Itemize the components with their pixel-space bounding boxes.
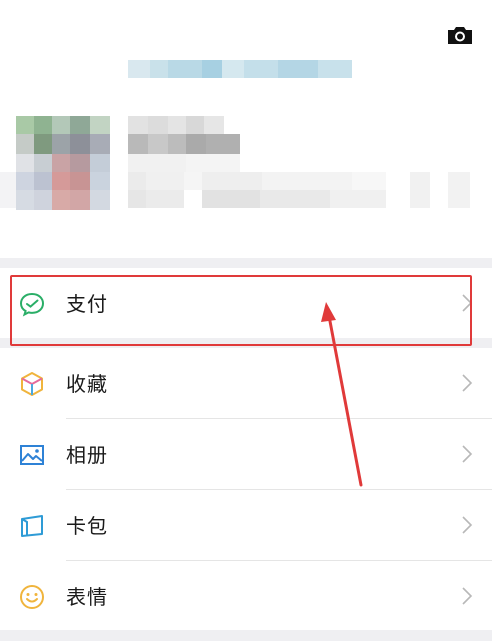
chevron-right-icon (460, 514, 474, 536)
chevron-right-icon (460, 372, 474, 394)
menu-item-label: 相册 (66, 443, 108, 467)
menu-item-album[interactable]: 相册 (0, 419, 492, 489)
smile-icon (18, 583, 46, 611)
camera-icon[interactable] (446, 24, 474, 46)
menu-item-label: 表情 (66, 585, 108, 609)
menu-item-label: 收藏 (66, 372, 108, 396)
image-icon (18, 441, 46, 469)
menu-item-favorites[interactable]: 收藏 (0, 348, 492, 418)
highlight-box (10, 275, 472, 346)
card-icon (18, 512, 46, 540)
menu-group-main: 收藏 相册 卡包 表情 (0, 348, 492, 630)
bottom-gap (0, 630, 492, 641)
chevron-right-icon (460, 443, 474, 465)
section-gap (0, 258, 492, 268)
profile-header (0, 0, 492, 258)
menu-item-card-wallet[interactable]: 卡包 (0, 490, 492, 560)
chevron-right-icon (460, 585, 474, 607)
menu-item-stickers[interactable]: 表情 (0, 561, 492, 631)
cube-icon (18, 370, 46, 398)
menu-item-label: 卡包 (66, 514, 108, 538)
